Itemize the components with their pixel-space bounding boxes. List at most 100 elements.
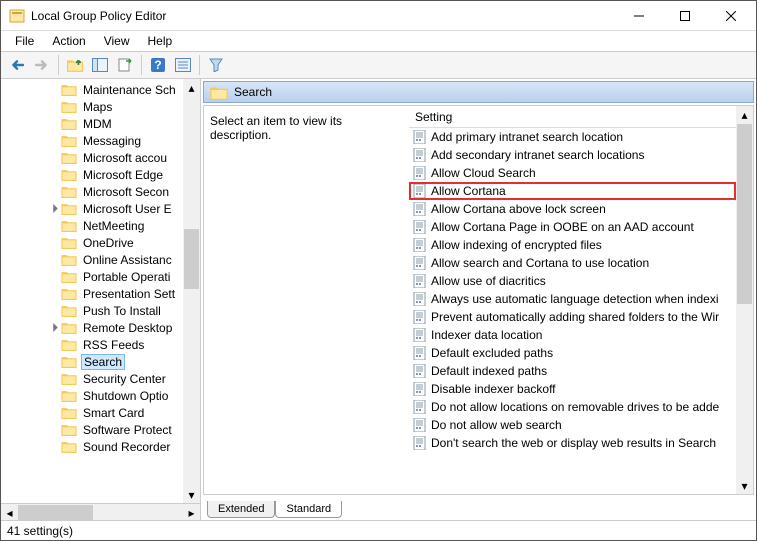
folder-icon [61,389,77,402]
tree-item[interactable]: MDM [1,115,200,132]
tree-item[interactable]: NetMeeting [1,217,200,234]
setting-item[interactable]: Always use automatic language detection … [409,290,736,308]
expand-caret-icon[interactable] [51,204,60,213]
tree-pane: Maintenance SchMapsMDMMessagingMicrosoft… [1,79,201,520]
tree-item[interactable]: Software Protect [1,421,200,438]
scroll-up-icon[interactable]: ▴ [736,106,753,123]
tree-item[interactable]: Security Center [1,370,200,387]
tree-item[interactable]: Remote Desktop [1,319,200,336]
list-vertical-scrollbar[interactable]: ▴ ▾ [736,106,753,494]
tree-vertical-scrollbar[interactable]: ▴ ▾ [183,79,200,503]
close-button[interactable] [708,1,754,31]
policy-icon [413,166,427,180]
setting-item[interactable]: Allow use of diacritics [409,272,736,290]
setting-item[interactable]: Allow Cloud Search [409,164,736,182]
filter-button[interactable] [204,53,228,77]
tree-item-label: Sound Recorder [81,440,172,454]
tab-strip: Extended Standard [203,497,754,518]
setting-label: Allow Cortana [431,184,506,198]
tree-item[interactable]: Messaging [1,132,200,149]
tree-item-label: Messaging [81,134,143,148]
tab-standard[interactable]: Standard [275,501,342,518]
menu-view[interactable]: View [96,32,138,50]
help-button[interactable]: ? [146,53,170,77]
tree-item-label: Microsoft Edge [81,168,165,182]
setting-item[interactable]: Do not allow web search [409,416,736,434]
tree-item-label: Microsoft Secon [81,185,171,199]
setting-item[interactable]: Add primary intranet search location [409,128,736,146]
tree-item[interactable]: Portable Operati [1,268,200,285]
column-header-setting[interactable]: Setting [409,106,753,128]
tree-item[interactable]: Push To Install [1,302,200,319]
scroll-left-icon[interactable]: ◂ [1,505,18,520]
folder-icon [61,270,77,283]
tab-extended[interactable]: Extended [207,501,275,518]
tree-item[interactable]: Maps [1,98,200,115]
tree-item[interactable]: Microsoft accou [1,149,200,166]
setting-item[interactable]: Allow search and Cortana to use location [409,254,736,272]
tree-item[interactable]: Microsoft Edge [1,166,200,183]
setting-item[interactable]: Allow indexing of encrypted files [409,236,736,254]
setting-item[interactable]: Prevent automatically adding shared fold… [409,308,736,326]
policy-icon [413,220,427,234]
scroll-down-icon[interactable]: ▾ [183,486,200,503]
setting-label: Allow Cloud Search [431,166,536,180]
export-list-button[interactable] [113,53,137,77]
minimize-button[interactable] [616,1,662,31]
tree-item[interactable]: RSS Feeds [1,336,200,353]
tree-item[interactable]: Microsoft User E [1,200,200,217]
setting-item[interactable]: Allow Cortana Page in OOBE on an AAD acc… [409,218,736,236]
tree-item[interactable]: Search [1,353,200,370]
scroll-up-icon[interactable]: ▴ [183,79,200,96]
setting-item[interactable]: Default indexed paths [409,362,736,380]
settings-list: Setting Add primary intranet search loca… [409,106,753,494]
scroll-thumb[interactable] [184,229,199,289]
folder-icon [61,185,77,198]
setting-item[interactable]: Allow Cortana above lock screen [409,200,736,218]
setting-item[interactable]: Add secondary intranet search locations [409,146,736,164]
tree-item[interactable]: Online Assistanc [1,251,200,268]
policy-icon [413,274,427,288]
setting-item[interactable]: Do not allow locations on removable driv… [409,398,736,416]
back-button[interactable] [5,53,29,77]
menu-action[interactable]: Action [44,32,93,50]
setting-item[interactable]: Disable indexer backoff [409,380,736,398]
scroll-right-icon[interactable]: ▸ [183,505,200,520]
tree-item[interactable]: Presentation Sett [1,285,200,302]
setting-item[interactable]: Don't search the web or display web resu… [409,434,736,452]
tree-item[interactable]: OneDrive [1,234,200,251]
tree-horizontal-scrollbar[interactable]: ◂ ▸ [1,503,200,520]
setting-item[interactable]: Indexer data location [409,326,736,344]
tree-item-label: Software Protect [81,423,174,437]
folder-icon [61,287,77,300]
tree-item-label: NetMeeting [81,219,146,233]
setting-item[interactable]: Allow Cortana [409,182,736,200]
setting-item[interactable]: Default excluded paths [409,344,736,362]
menu-file[interactable]: File [7,32,42,50]
folder-icon [61,219,77,232]
policy-icon [413,382,427,396]
tree-item[interactable]: Shutdown Optio [1,387,200,404]
policy-icon [413,184,427,198]
folder-icon [61,355,77,368]
folder-icon [61,134,77,147]
tree-item[interactable]: Smart Card [1,404,200,421]
properties-button[interactable] [171,53,195,77]
tree-item-label: RSS Feeds [81,338,146,352]
scroll-down-icon[interactable]: ▾ [736,477,753,494]
policy-icon [413,238,427,252]
tree-item-label: Microsoft User E [81,202,174,216]
tree-item[interactable]: Microsoft Secon [1,183,200,200]
forward-button[interactable] [30,53,54,77]
scroll-thumb[interactable] [737,124,752,304]
setting-label: Allow Cortana above lock screen [431,202,606,216]
policy-icon [413,202,427,216]
menu-help[interactable]: Help [140,32,181,50]
show-hide-tree-button[interactable] [88,53,112,77]
tree-item[interactable]: Maintenance Sch [1,81,200,98]
tree-item[interactable]: Sound Recorder [1,438,200,455]
up-level-button[interactable] [63,53,87,77]
expand-caret-icon[interactable] [51,323,60,332]
scroll-thumb[interactable] [18,505,93,520]
maximize-button[interactable] [662,1,708,31]
